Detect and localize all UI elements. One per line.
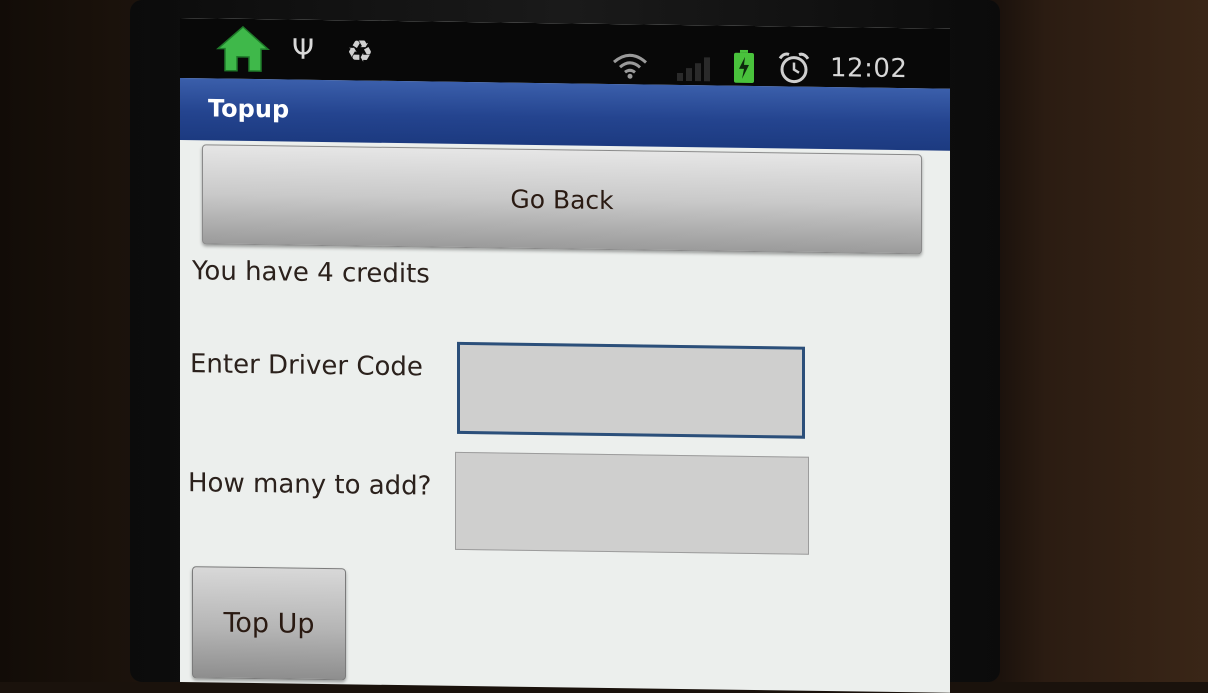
signal-icon xyxy=(675,55,715,82)
wifi-icon xyxy=(610,50,650,81)
phone-screen: Ψ ♻ 12:02 Topup Go Back You have 4 credi… xyxy=(180,18,950,693)
alarm-icon xyxy=(776,50,812,85)
amount-input[interactable] xyxy=(455,451,809,555)
driver-code-input[interactable] xyxy=(457,341,805,439)
amount-label: How many to add? xyxy=(188,468,432,502)
driver-code-label: Enter Driver Code xyxy=(190,349,423,383)
page-title: Topup xyxy=(208,94,290,124)
top-up-button[interactable]: Top Up xyxy=(192,566,346,681)
go-back-button[interactable]: Go Back xyxy=(202,144,922,255)
battery-charging-icon xyxy=(733,49,755,84)
title-bar: Topup xyxy=(180,78,950,151)
status-bar: Ψ ♻ 12:02 xyxy=(180,18,950,89)
credits-text: You have 4 credits xyxy=(192,256,430,290)
recycle-icon: ♻ xyxy=(346,33,374,70)
status-clock: 12:02 xyxy=(830,53,908,85)
usb-icon: Ψ xyxy=(291,32,315,66)
home-icon xyxy=(216,25,270,74)
